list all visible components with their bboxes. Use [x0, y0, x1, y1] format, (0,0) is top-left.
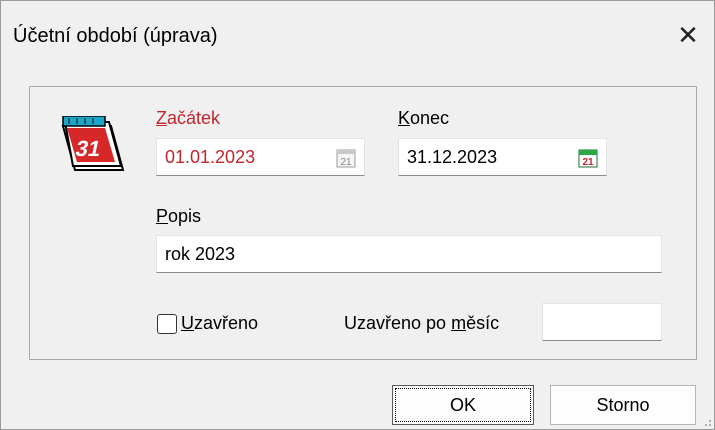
end-date-value: 31.12.2023	[407, 147, 498, 167]
end-date-picker-icon[interactable]: 21	[578, 148, 598, 168]
end-date-field[interactable]: 31.12.2023 21	[398, 138, 607, 176]
closed-month-label: Uzavřeno po měsíc	[344, 313, 500, 333]
closed-month-input[interactable]	[542, 303, 662, 341]
description-value: rok 2023	[165, 244, 236, 264]
close-icon[interactable]: ✕	[672, 19, 704, 51]
start-date-picker-icon[interactable]: 21	[336, 148, 356, 168]
start-date-value: 01.01.2023	[165, 147, 256, 167]
ok-button[interactable]: OK	[392, 385, 534, 425]
svg-text:21: 21	[340, 157, 352, 168]
closed-checkbox[interactable]	[157, 314, 177, 334]
start-date-field[interactable]: 01.01.2023 21	[156, 138, 365, 176]
description-label: Popis	[156, 206, 202, 226]
description-input[interactable]: rok 2023	[156, 235, 662, 273]
resize-grip-icon[interactable]	[700, 415, 712, 427]
dialog-title: Účetní období (úprava)	[13, 25, 218, 47]
calendar-page-icon: 31	[61, 116, 125, 171]
start-date-label: Začátek	[156, 108, 221, 128]
dialog-window: Účetní období (úprava) ✕ 31 Začátek 01.0…	[0, 0, 715, 430]
closed-checkbox-label[interactable]: Uzavřeno	[181, 313, 258, 334]
end-date-label: Konec	[398, 108, 450, 128]
svg-text:21: 21	[582, 157, 594, 168]
cancel-button[interactable]: Storno	[550, 385, 696, 425]
title-bar: Účetní období (úprava) ✕	[1, 1, 714, 67]
